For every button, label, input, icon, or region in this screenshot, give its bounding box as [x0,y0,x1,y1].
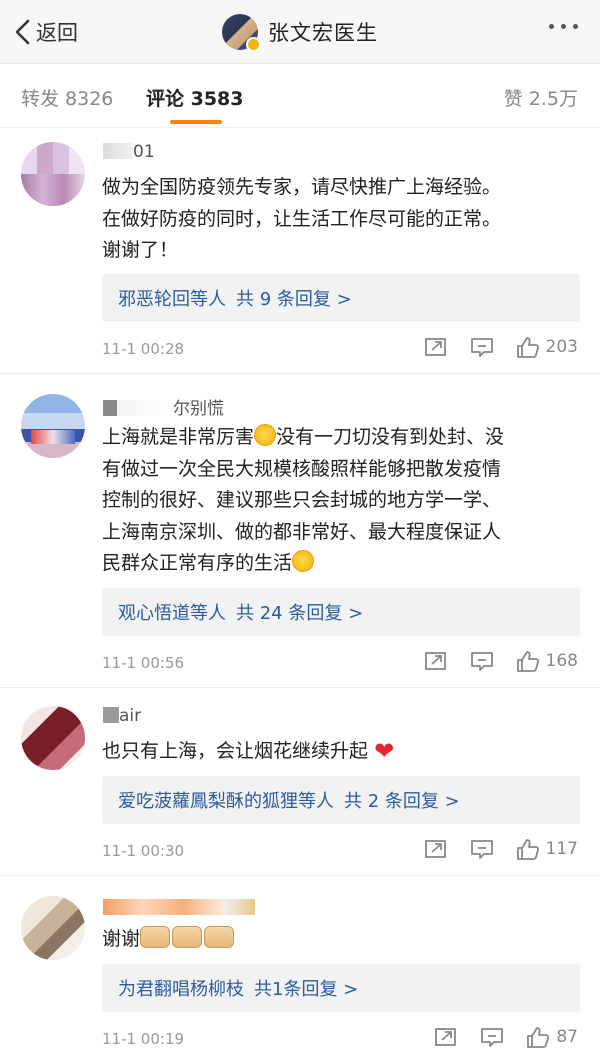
verified-badge-icon [246,37,261,52]
comment-actions: 87 [412,1026,578,1048]
avatar[interactable] [21,394,85,458]
comment-actions: 203 [402,336,578,358]
clap-emoji-icon [204,926,235,948]
reply-count: 共1条回复 > [254,979,359,1000]
comment-button[interactable] [470,838,494,860]
thumbs-up-icon [527,1027,550,1048]
comment-actions: 168 [402,650,578,672]
avatar[interactable] [21,896,85,960]
username-blur [103,143,133,159]
avatar[interactable] [21,706,85,770]
comment-text: 谢谢 [102,924,584,956]
replies-summary[interactable]: 观心悟道 等人 共 24 条回复 > [102,588,580,636]
share-icon [424,840,446,858]
comment-button[interactable] [470,336,494,358]
chevron-left-icon [15,19,30,45]
like-count: 117 [545,839,578,859]
thumbs-up-icon [516,651,539,672]
back-button[interactable]: 返回 [14,16,78,48]
reply-count: 共 9 条回复 > [236,289,352,310]
comment-icon [481,1028,504,1047]
heart-emoji-icon: ❤ [374,737,395,765]
reply-users: 为君翻唱杨柳枝 [118,979,244,1000]
tab-repost[interactable]: 转发 8326 [21,84,113,111]
clap-emoji-icon [172,926,203,948]
reply-users: 爱吃菠蘿鳳梨酥的狐狸 [118,791,298,812]
reply-suffix: 等人 [190,603,226,624]
author-avatar[interactable] [222,14,261,52]
profile-title[interactable]: 张文宏医生 [222,12,378,52]
replies-summary[interactable]: 为君翻唱杨柳枝 共1条回复 > [102,964,580,1012]
username-blur [103,400,117,416]
tab-comments[interactable]: 评论 3583 [146,84,244,111]
like-button[interactable]: 168 [516,650,578,672]
comment-text: 也只有上海，会让烟花继续升起 ❤ [102,736,584,768]
share-button[interactable] [424,336,448,358]
share-button[interactable] [424,650,448,672]
back-label: 返回 [36,21,78,45]
comment-icon [470,652,493,671]
more-icon[interactable] [549,24,578,29]
comment-username[interactable]: 01 [103,142,155,162]
replies-summary[interactable]: 爱吃菠蘿鳳梨酥的狐狸 等人 共 2 条回复 > [102,776,580,824]
comment-button[interactable] [470,650,494,672]
comment-time: 11-1 00:19 [102,1030,185,1048]
reply-suffix: 等人 [190,289,226,310]
comment-actions: 117 [402,838,578,860]
comment-username[interactable]: 尔别慌 [103,394,224,419]
reply-users: 观心悟道 [118,603,190,624]
like-button[interactable]: 117 [516,838,578,860]
tab-bar: 转发 8326 评论 3583 赞 2.5万 [0,64,600,128]
like-count: 203 [545,337,578,357]
share-icon [435,1028,457,1046]
top-nav-bar: 返回 张文宏医生 [0,0,600,64]
like-count: 87 [556,1027,578,1047]
comment-item: 01 做为全国防疫领先专家，请尽快推广上海经验。 在做好防疫的同时，让生活工作尽… [0,128,600,374]
share-button[interactable] [434,1026,458,1048]
avatar[interactable] [21,142,85,206]
like-button[interactable]: 203 [516,336,578,358]
smile-emoji-icon [292,550,315,572]
share-icon [424,338,446,356]
thumbs-up-icon [516,337,539,358]
comment-text: 上海就是非常厉害 没有一刀切没有到处封、没 有做过一次全民大规模核酸照样能够把散发… [102,424,505,574]
comment-item: 尔别慌 上海就是非常厉害 没有一刀切没有到处封、没 有做过一次全民大规模核酸照样能… [0,374,600,688]
comment-time: 11-1 00:30 [102,842,185,860]
reply-count: 共 2 条回复 > [344,791,460,812]
comment-item: 谢谢 为君翻唱杨柳枝 共1条回复 > 11-1 00:19 87 [0,876,600,1057]
like-button[interactable]: 87 [526,1026,578,1048]
username-blur [103,707,119,723]
username-blur [103,899,223,915]
comment-username[interactable] [103,898,255,918]
clap-emoji-icon [140,926,171,948]
comment-time: 11-1 00:28 [102,340,185,358]
tab-likes[interactable]: 赞 2.5万 [504,84,578,111]
like-count: 168 [545,651,578,671]
replies-summary[interactable]: 邪恶轮回 等人 共 9 条回复 > [102,274,580,322]
comment-icon [470,840,493,859]
thumbs-up-icon [516,839,539,860]
comment-text: 做为全国防疫领先专家，请尽快推广上海经验。 在做好防疫的同时，让生活工作尽可能的… [102,176,502,261]
page-title: 张文宏医生 [268,21,378,45]
share-button[interactable] [424,838,448,860]
comment-item: air 也只有上海，会让烟花继续升起 ❤ 爱吃菠蘿鳳梨酥的狐狸 等人 共 2 条… [0,688,600,876]
comment-button[interactable] [480,1026,504,1048]
laughing-emoji-icon [254,424,277,446]
reply-count: 共 24 条回复 > [236,603,364,624]
reply-suffix: 等人 [298,791,334,812]
comment-username[interactable]: air [103,706,141,726]
comment-time: 11-1 00:56 [102,654,185,672]
comment-icon [470,338,493,357]
reply-users: 邪恶轮回 [118,289,190,310]
share-icon [424,652,446,670]
active-tab-indicator [170,120,222,124]
